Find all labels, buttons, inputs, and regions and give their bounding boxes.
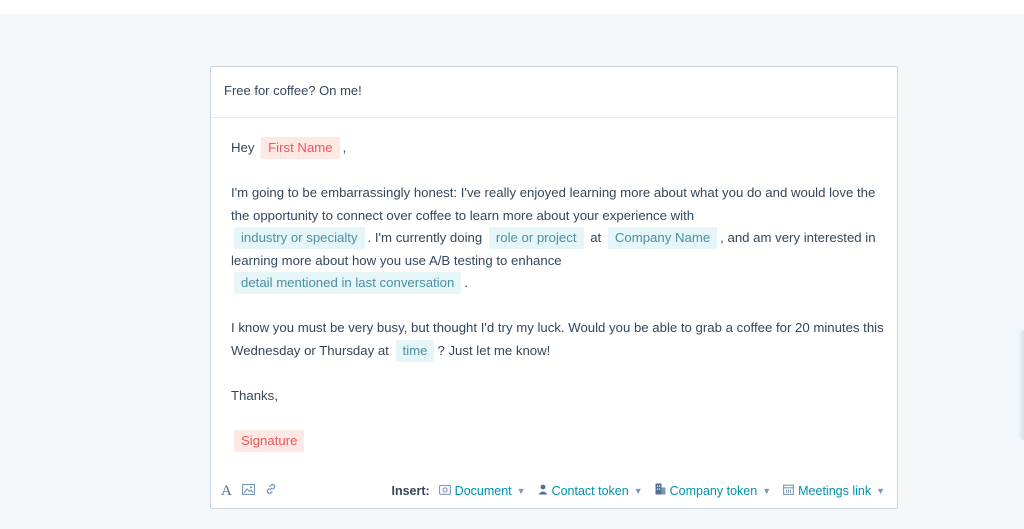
- chevron-down-icon: ▼: [633, 485, 643, 496]
- greeting-text: Hey: [231, 140, 255, 155]
- insert-tools: Insert: Document ▼ Contact token ▼ Compa…: [391, 483, 885, 498]
- meetings-link-label: Meetings link: [798, 483, 872, 498]
- email-template-card: Free for coffee? On me! Hey First Name, …: [210, 66, 898, 509]
- para1-text-c: at: [590, 230, 602, 245]
- role-token[interactable]: role or project: [488, 227, 584, 249]
- document-label: Document: [454, 483, 512, 498]
- company-token-label: Company token: [669, 483, 758, 498]
- para1-text-b: . I'm currently doing: [367, 230, 483, 245]
- signature-token[interactable]: Signature: [234, 429, 305, 452]
- calendar-icon: [783, 484, 795, 498]
- company-name-token[interactable]: Company Name: [607, 227, 718, 249]
- email-subject[interactable]: Free for coffee? On me!: [211, 67, 897, 118]
- signature-line: Signature: [231, 429, 886, 453]
- closing-line: Thanks,: [231, 387, 278, 403]
- para1-text-a: I'm going to be embarrassingly honest: I…: [231, 185, 876, 223]
- person-icon: [538, 484, 548, 498]
- company-token-menu[interactable]: Company token ▼: [655, 483, 771, 498]
- detail-token[interactable]: detail mentioned in last conversation: [234, 272, 462, 294]
- paragraph-1: I'm going to be embarrassingly honest: I…: [231, 182, 886, 295]
- contact-token-label: Contact token: [551, 483, 629, 498]
- para1-text-e: .: [464, 275, 468, 290]
- image-icon[interactable]: [241, 483, 255, 499]
- contact-token-menu[interactable]: Contact token ▼: [538, 484, 643, 498]
- para2-text-b: ? Just let me know!: [437, 342, 551, 358]
- email-body[interactable]: Hey First Name, I'm going to be embarras…: [231, 137, 886, 452]
- building-icon: [655, 483, 666, 498]
- side-panel-edge: [1018, 330, 1024, 440]
- greeting-punct: ,: [342, 140, 347, 155]
- font-icon[interactable]: A: [221, 483, 232, 499]
- time-token[interactable]: time: [395, 339, 435, 362]
- editor-toolbar: A Insert: Document ▼ Contact token ▼ Com…: [211, 477, 897, 505]
- first-name-token[interactable]: First Name: [261, 137, 340, 159]
- industry-token[interactable]: industry or specialty: [234, 227, 365, 249]
- para2-text-a: I know you must be very busy, but though…: [231, 320, 884, 358]
- document-menu[interactable]: Document ▼: [438, 483, 526, 498]
- paragraph-2: I know you must be very busy, but though…: [231, 317, 886, 362]
- link-icon[interactable]: [265, 483, 277, 499]
- greeting-line: Hey First Name,: [231, 137, 886, 160]
- chevron-down-icon: ▼: [876, 485, 885, 496]
- insert-label: Insert:: [391, 483, 430, 498]
- meetings-link-menu[interactable]: Meetings link ▼: [783, 484, 885, 498]
- document-icon: [438, 484, 451, 498]
- format-tools: A: [221, 483, 277, 499]
- top-bar: [0, 0, 1024, 14]
- chevron-down-icon: ▼: [516, 485, 526, 496]
- chevron-down-icon: ▼: [762, 485, 772, 496]
